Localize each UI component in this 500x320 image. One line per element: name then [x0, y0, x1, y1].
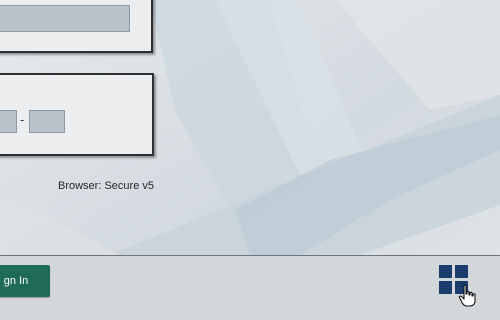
- grid-icon-square: [455, 265, 468, 278]
- hand-cursor-icon: [458, 284, 476, 307]
- username-panel: [0, 0, 153, 53]
- browser-version-label: Browser: Secure v5: [58, 180, 154, 192]
- grid-icon-square: [439, 281, 452, 294]
- username-field[interactable]: [0, 5, 130, 32]
- taskbar: gn In: [0, 255, 500, 320]
- grid-icon-square: [439, 265, 452, 278]
- code-panel: -: [0, 73, 154, 156]
- code-segment-2-field[interactable]: [29, 110, 65, 133]
- code-separator: -: [20, 112, 25, 127]
- sign-in-button[interactable]: gn In: [0, 265, 50, 297]
- code-segment-1-field[interactable]: [0, 110, 17, 133]
